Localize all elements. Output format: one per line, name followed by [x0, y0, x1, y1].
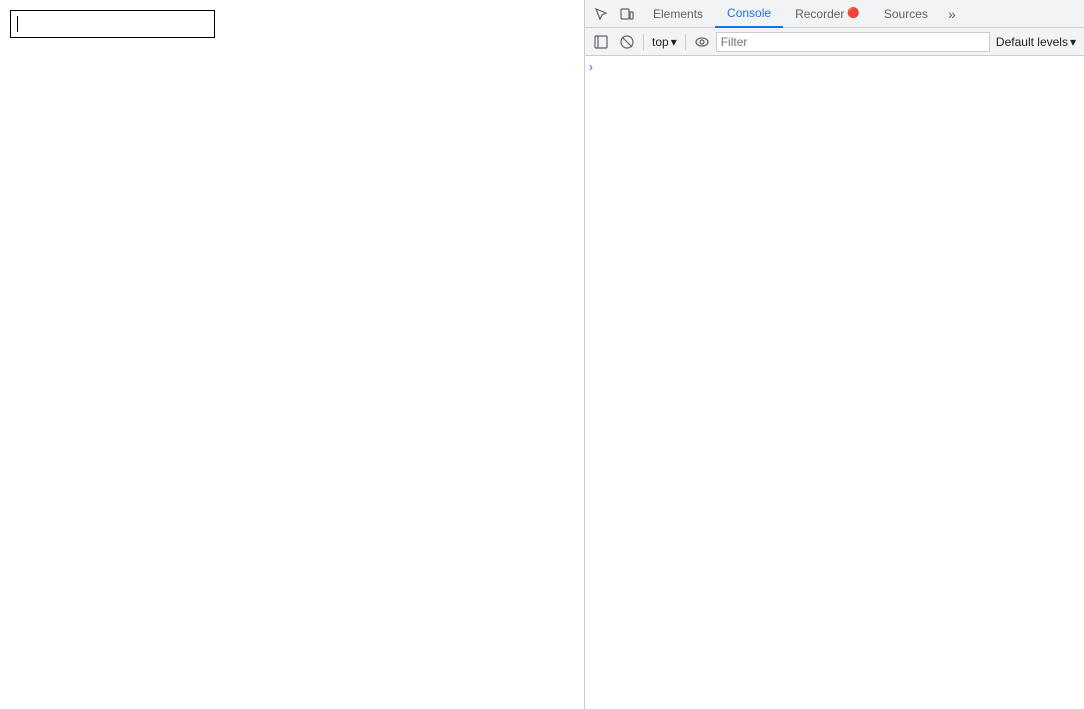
clear-console-button[interactable]: [615, 30, 639, 54]
toolbar-divider-1: [643, 34, 644, 50]
context-dropdown-icon: ▾: [671, 35, 677, 49]
devtools-panel: Elements Console Recorder 🔴 Sources »: [584, 0, 1084, 709]
inspect-element-button[interactable]: [589, 2, 613, 26]
text-cursor: [17, 16, 18, 32]
default-levels-dropdown-icon: ▾: [1070, 35, 1076, 49]
tab-elements[interactable]: Elements: [641, 0, 715, 28]
console-settings-button[interactable]: [690, 30, 714, 54]
tab-sources[interactable]: Sources: [872, 0, 940, 28]
devtools-top-toolbar: Elements Console Recorder 🔴 Sources »: [585, 0, 1084, 28]
webpage-text-input[interactable]: [10, 10, 215, 38]
device-toolbar-button[interactable]: [615, 2, 639, 26]
toolbar-divider-2: [685, 34, 686, 50]
default-levels-label: Default levels: [996, 35, 1068, 49]
console-chevron[interactable]: ›: [589, 60, 593, 74]
context-label: top: [652, 35, 669, 49]
console-sidebar-button[interactable]: [589, 30, 613, 54]
more-tabs-button[interactable]: »: [940, 2, 964, 26]
console-prompt-row: ›: [585, 58, 1084, 78]
devtools-tabs: Elements Console Recorder 🔴 Sources »: [641, 0, 1080, 28]
console-content: ›: [585, 56, 1084, 709]
default-levels-button[interactable]: Default levels ▾: [992, 32, 1080, 52]
tab-console[interactable]: Console: [715, 0, 783, 28]
webpage-area: [0, 0, 584, 709]
context-selector[interactable]: top ▾: [648, 32, 681, 52]
tab-recorder[interactable]: Recorder 🔴: [783, 0, 872, 28]
console-filter-input[interactable]: [716, 32, 990, 52]
console-toolbar: top ▾ Default levels ▾: [585, 28, 1084, 56]
recorder-icon: 🔴: [847, 8, 859, 19]
